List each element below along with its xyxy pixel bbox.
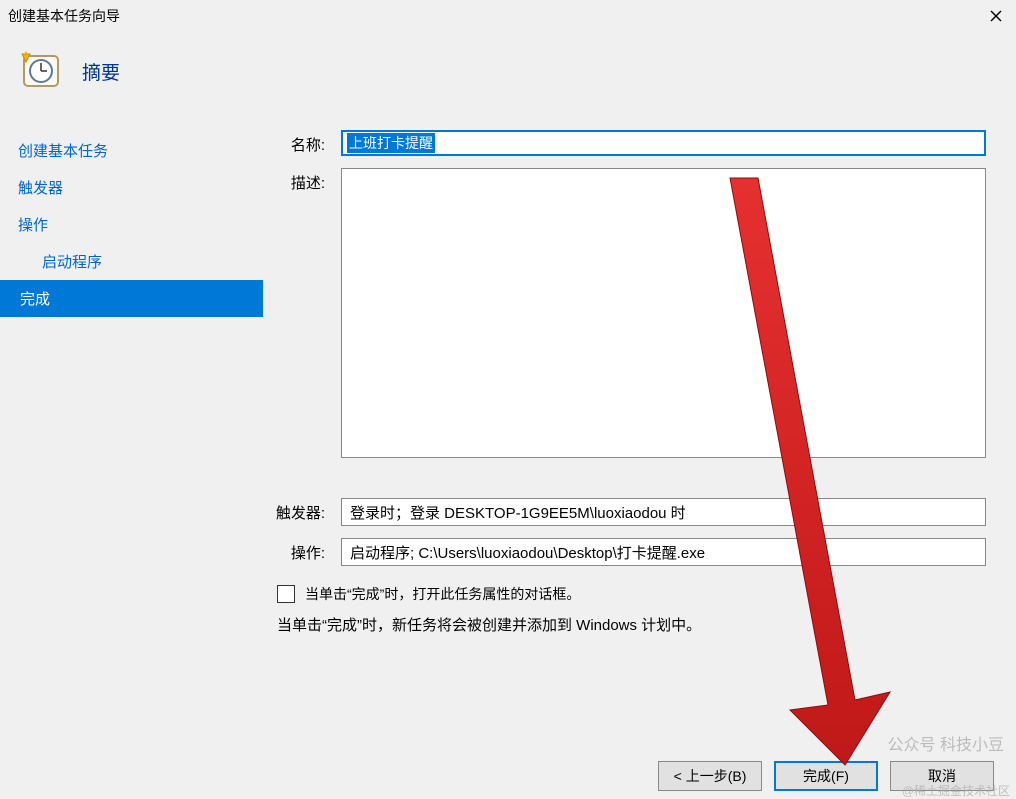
desc-input[interactable]	[341, 168, 986, 458]
watermark-footer: @稀土掘金技术社区	[902, 782, 1010, 799]
sidebar-item-trigger[interactable]: 触发器	[0, 169, 263, 206]
sidebar: 创建基本任务 触发器 操作 启动程序 完成	[0, 122, 263, 744]
content: 创建基本任务 触发器 操作 启动程序 完成 名称: 上班打卡提醒 描述: 触发器…	[0, 122, 1016, 744]
info-text: 当单击“完成”时，新任务将会被创建并添加到 Windows 计划中。	[277, 614, 986, 635]
row-trigger: 触发器: 登录时；登录 DESKTOP-1G9EE5M\luoxiaodou 时	[263, 498, 986, 526]
page-title: 摘要	[82, 58, 120, 85]
name-input[interactable]: 上班打卡提醒	[341, 130, 986, 156]
sidebar-item-label: 创建基本任务	[18, 143, 108, 160]
close-icon	[990, 10, 1002, 22]
trigger-value: 登录时；登录 DESKTOP-1G9EE5M\luoxiaodou 时	[341, 498, 986, 526]
checkbox-row: 当单击“完成”时，打开此任务属性的对话框。	[277, 584, 986, 604]
desc-label: 描述:	[263, 168, 341, 193]
row-action: 操作: 启动程序; C:\Users\luoxiaodou\Desktop\打卡…	[263, 538, 986, 566]
trigger-label: 触发器:	[263, 498, 341, 523]
watermark: 公众号 科技小豆	[888, 731, 1004, 755]
sidebar-item-label: 触发器	[18, 180, 63, 197]
titlebar: 创建基本任务向导	[0, 0, 1016, 32]
back-label: < 上一步(B)	[674, 766, 747, 786]
sidebar-item-label: 操作	[18, 217, 48, 234]
sidebar-item-action[interactable]: 操作	[0, 206, 263, 243]
close-button[interactable]	[984, 4, 1008, 28]
sidebar-item-label: 完成	[20, 291, 50, 308]
sidebar-item-create-task[interactable]: 创建基本任务	[0, 132, 263, 169]
back-button[interactable]: < 上一步(B)	[658, 761, 762, 791]
open-properties-checkbox[interactable]	[277, 585, 295, 603]
clock-icon	[20, 50, 62, 92]
row-desc: 描述:	[263, 168, 986, 458]
sidebar-item-start-program[interactable]: 启动程序	[0, 243, 263, 280]
name-label: 名称:	[263, 130, 341, 155]
checkbox-label: 当单击“完成”时，打开此任务属性的对话框。	[305, 584, 580, 604]
finish-label: 完成(F)	[803, 766, 849, 786]
main-panel: 名称: 上班打卡提醒 描述: 触发器: 登录时；登录 DESKTOP-1G9EE…	[263, 122, 1016, 744]
window-title: 创建基本任务向导	[8, 6, 984, 26]
header: 摘要	[0, 32, 1016, 122]
finish-button[interactable]: 完成(F)	[774, 761, 878, 791]
row-name: 名称: 上班打卡提醒	[263, 130, 986, 156]
action-value: 启动程序; C:\Users\luoxiaodou\Desktop\打卡提醒.e…	[341, 538, 986, 566]
sidebar-item-finish[interactable]: 完成	[0, 280, 263, 317]
name-value: 上班打卡提醒	[347, 133, 435, 153]
sidebar-item-label: 启动程序	[42, 254, 102, 271]
action-label: 操作:	[263, 538, 341, 563]
